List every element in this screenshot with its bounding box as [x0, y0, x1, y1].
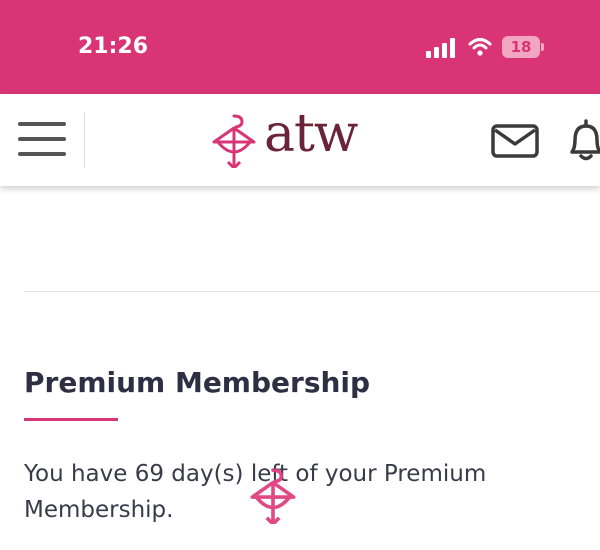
app-header: atw: [0, 94, 600, 186]
battery-tip: [541, 43, 544, 51]
mail-icon[interactable]: [491, 124, 539, 158]
title-accent-underline: [24, 418, 118, 421]
bell-icon[interactable]: [566, 118, 600, 162]
battery-level: 18: [510, 38, 532, 56]
status-time: 21:26: [78, 34, 149, 59]
content-divider: [24, 291, 600, 292]
signal-icon: [426, 38, 455, 58]
battery-icon: 18: [502, 36, 540, 58]
wifi-icon: [468, 38, 492, 56]
menu-icon[interactable]: [18, 122, 66, 158]
logo-text: atw: [264, 104, 358, 164]
status-bar: 21:26 18: [0, 0, 600, 94]
header-divider: [84, 112, 85, 168]
section-title: Premium Membership: [24, 366, 371, 399]
logo-icon: [212, 114, 256, 168]
logo-watermark-icon: [250, 468, 296, 524]
